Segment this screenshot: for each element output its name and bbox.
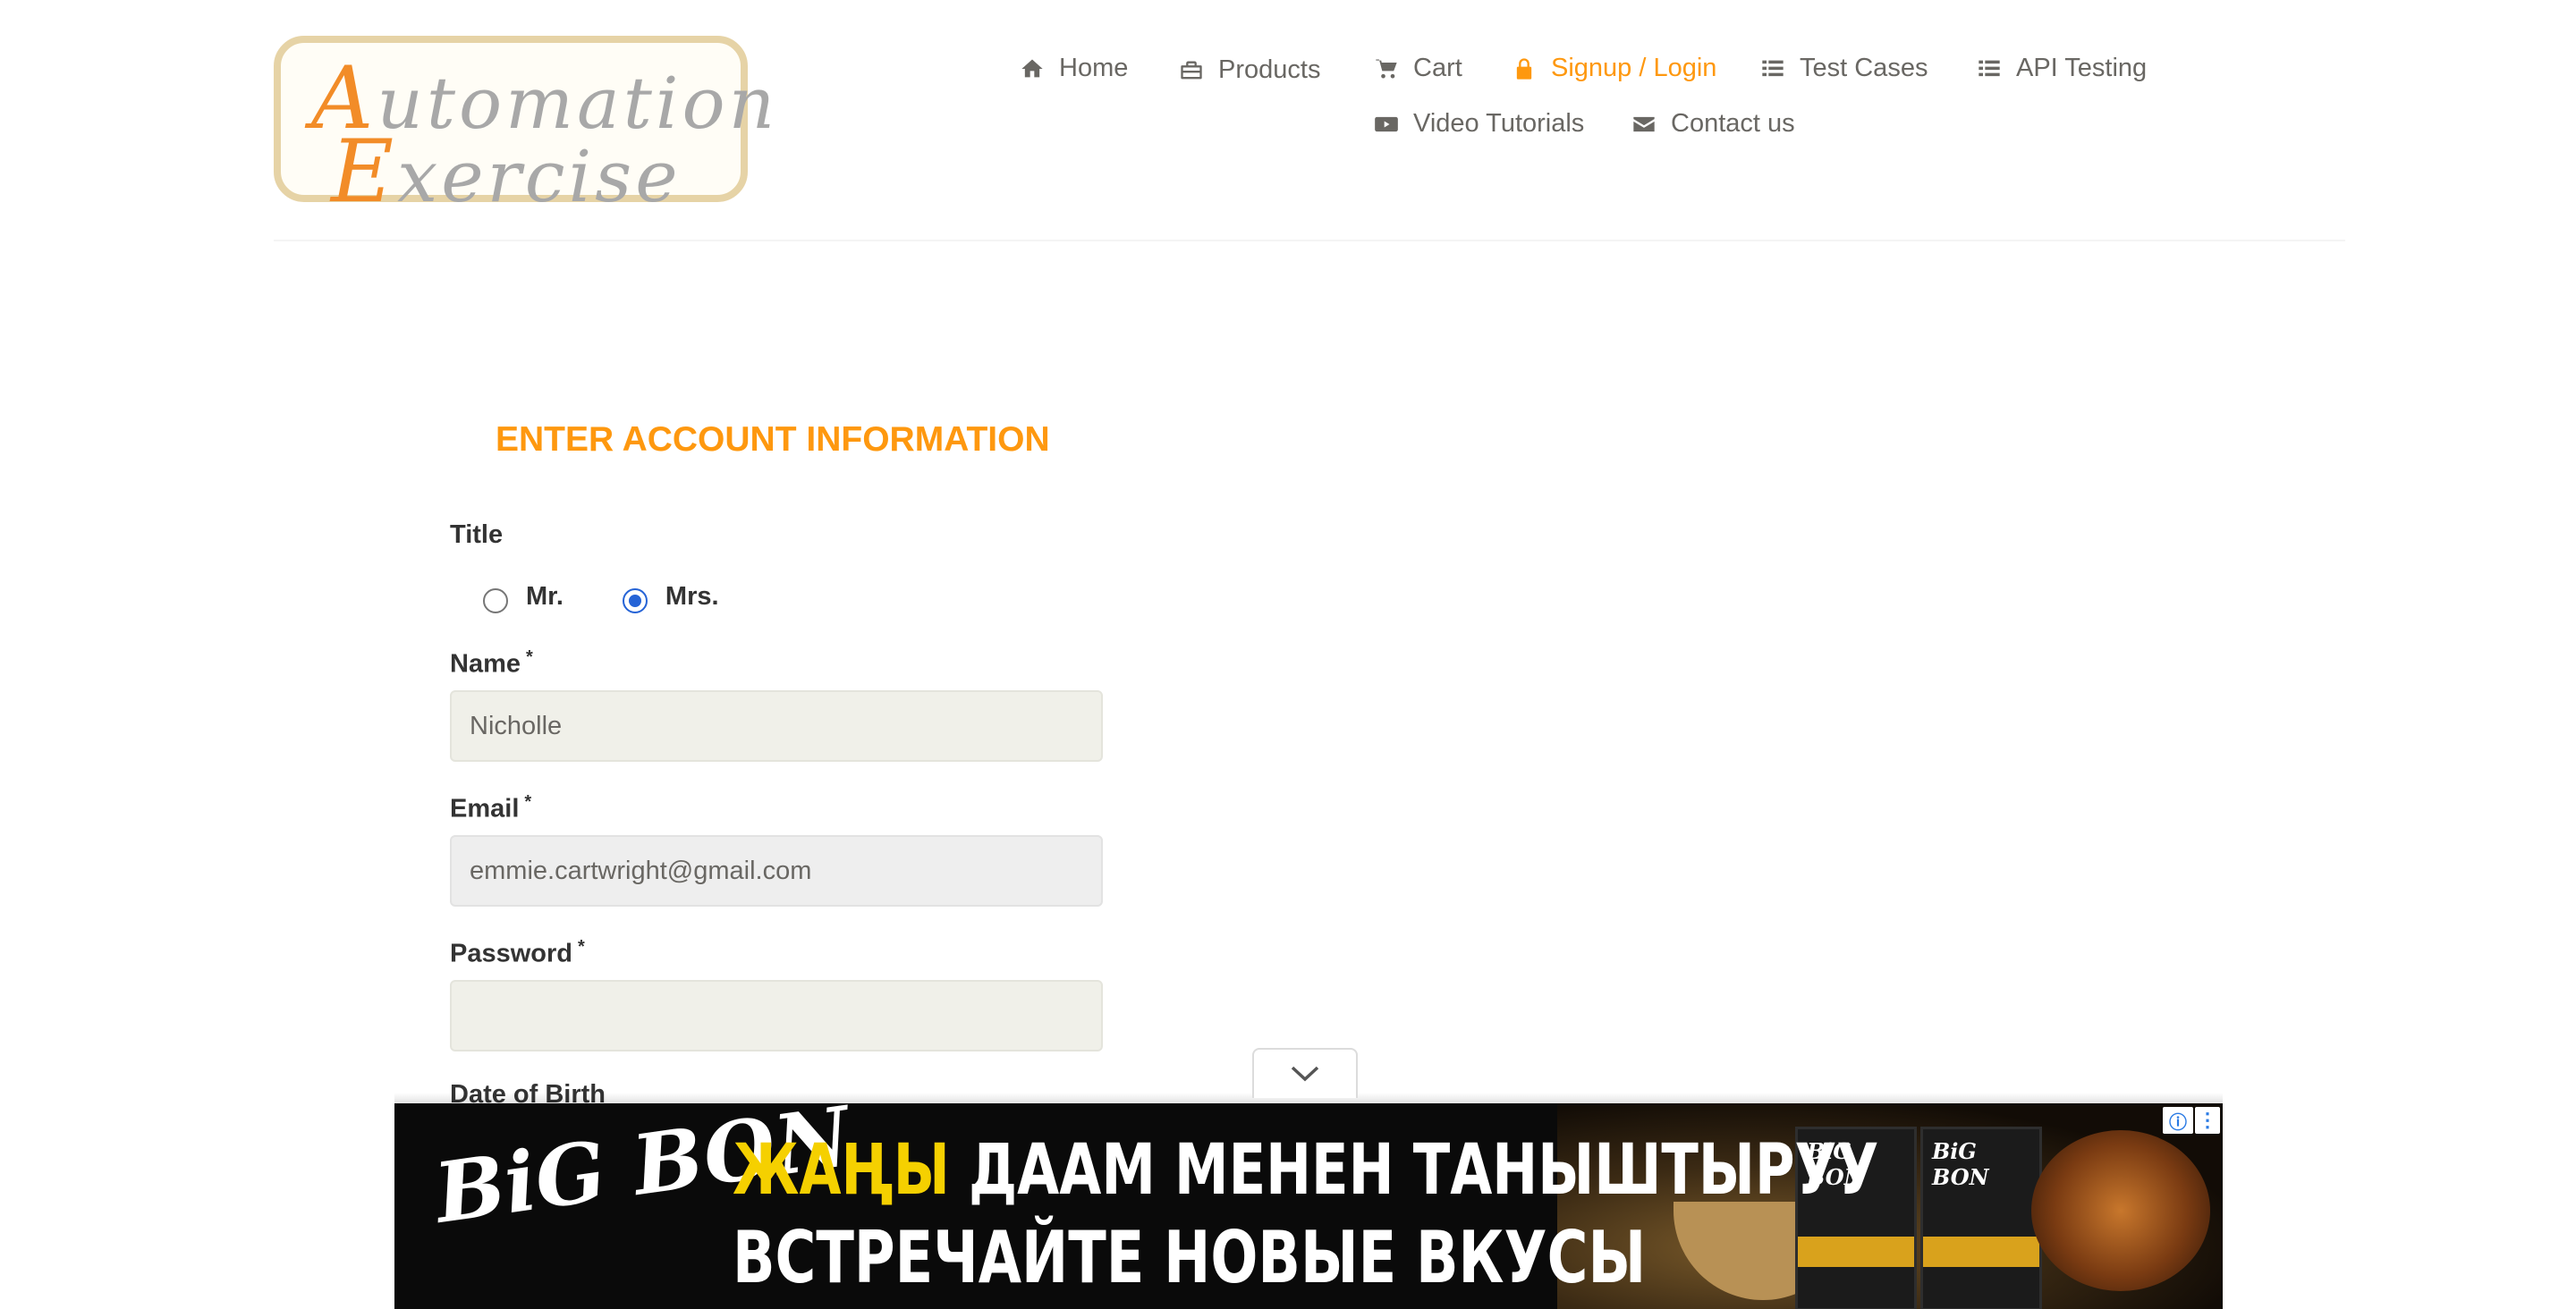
cart-icon bbox=[1376, 59, 1397, 78]
nav-home-label: Home bbox=[1059, 54, 1129, 82]
logo-cap-e: E bbox=[331, 122, 398, 222]
nav-api-testing-label: API Testing bbox=[2016, 54, 2148, 82]
title-radio-group: Mr. Mrs. bbox=[483, 579, 778, 613]
title-label: Title bbox=[450, 520, 504, 549]
chevron-down-icon bbox=[1291, 1066, 1319, 1082]
briefcase-icon bbox=[1181, 61, 1202, 79]
required-mark: * bbox=[578, 937, 585, 957]
more-vertical-icon[interactable]: ⋮ bbox=[2195, 1107, 2220, 1134]
radio-mr-option[interactable]: Mr. bbox=[483, 579, 564, 613]
password-label: Password * bbox=[450, 937, 585, 969]
email-label-text: Email bbox=[450, 794, 520, 823]
list-icon bbox=[1762, 60, 1784, 76]
radio-mrs-label[interactable]: Mrs. bbox=[665, 582, 719, 612]
ad-banner[interactable]: BiG BON BiG BON BiG BON ЖАҢЫ ДААМ МЕНЕН … bbox=[394, 1103, 2223, 1309]
ad-headline-highlight: ЖАҢЫ bbox=[733, 1130, 950, 1211]
required-mark: * bbox=[524, 792, 532, 812]
nav-cart-label: Cart bbox=[1413, 54, 1462, 82]
nav-video-tutorials-label: Video Tutorials bbox=[1413, 109, 1585, 138]
nav-test-cases[interactable]: Test Cases bbox=[1760, 54, 1928, 83]
nav-home[interactable]: Home bbox=[1020, 54, 1128, 83]
info-icon[interactable]: ⓘ bbox=[2163, 1107, 2193, 1134]
radio-mr[interactable] bbox=[483, 588, 508, 613]
nav-test-cases-label: Test Cases bbox=[1800, 54, 1928, 82]
nav-video-tutorials[interactable]: Video Tutorials bbox=[1374, 109, 1584, 139]
ad-headline-2: ВСТРЕЧАЙТЕ НОВЫЕ ВКУСЫ bbox=[733, 1216, 1647, 1299]
radio-mrs-option[interactable]: Mrs. bbox=[622, 579, 719, 613]
home-icon bbox=[1021, 59, 1043, 77]
nav-products[interactable]: Products bbox=[1179, 55, 1320, 85]
pack-stripe bbox=[1798, 1237, 1914, 1267]
nav-contact-us[interactable]: Contact us bbox=[1631, 109, 1795, 139]
ad-product-pack: BiG BON bbox=[1920, 1127, 2042, 1309]
youtube-play-icon bbox=[1375, 116, 1398, 131]
nav-api-testing[interactable]: API Testing bbox=[1977, 54, 2147, 83]
name-label-text: Name bbox=[450, 649, 521, 679]
envelope-icon bbox=[1633, 116, 1655, 131]
ad-food-image bbox=[2031, 1130, 2210, 1291]
nav-signup-login-label: Signup / Login bbox=[1551, 54, 1717, 82]
ad-headline-rest: ДААМ МЕНЕН ТАНЫШТЫРУУ bbox=[949, 1130, 1879, 1211]
lock-icon bbox=[1516, 57, 1532, 80]
nav-products-label: Products bbox=[1218, 55, 1321, 84]
site-logo[interactable]: Automation Exercise bbox=[274, 36, 775, 222]
name-label: Name * bbox=[450, 647, 533, 680]
form-title: ENTER ACCOUNT INFORMATION bbox=[488, 420, 1057, 460]
required-mark: * bbox=[526, 647, 533, 667]
nav-cart[interactable]: Cart bbox=[1374, 54, 1462, 83]
email-label: Email * bbox=[450, 792, 531, 824]
ad-headline-1: ЖАҢЫ ДААМ МЕНЕН ТАНЫШТЫРУУ bbox=[733, 1130, 1878, 1211]
nav-signup-login[interactable]: Signup / Login bbox=[1512, 54, 1716, 83]
email-input[interactable]: emmie.cartwright@gmail.com bbox=[450, 835, 1103, 907]
radio-mrs[interactable] bbox=[622, 588, 648, 613]
radio-mr-label[interactable]: Mr. bbox=[526, 582, 564, 612]
logo-line-2: Exercise bbox=[331, 122, 682, 222]
logo-text-2: xercise bbox=[397, 135, 682, 218]
password-input[interactable] bbox=[450, 980, 1103, 1051]
list-icon bbox=[1979, 60, 2000, 76]
nav-contact-us-label: Contact us bbox=[1671, 109, 1795, 138]
ad-collapse-toggle[interactable] bbox=[1252, 1048, 1358, 1098]
password-label-text: Password bbox=[450, 939, 572, 968]
header-divider bbox=[274, 240, 2345, 241]
pack-stripe bbox=[1923, 1237, 2039, 1267]
pack-label: BiG BON bbox=[1932, 1138, 1989, 1190]
name-input[interactable]: Nicholle bbox=[450, 690, 1103, 762]
